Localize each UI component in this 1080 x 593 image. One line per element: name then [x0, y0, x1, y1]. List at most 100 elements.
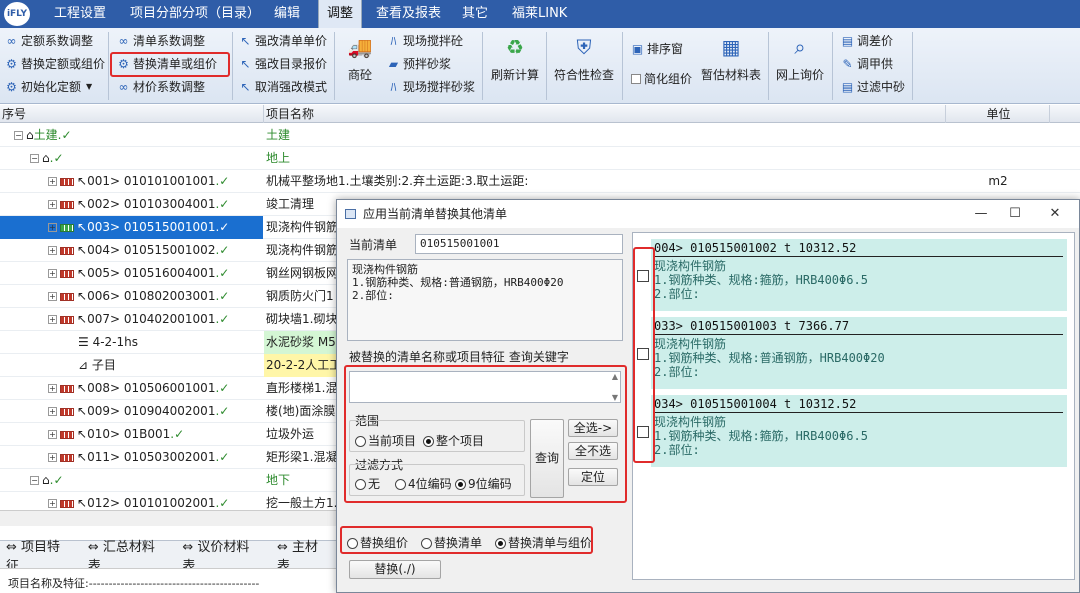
- expand-icon[interactable]: +: [48, 499, 57, 508]
- row-seq-cell[interactable]: + ↖004> 010515001002.✓: [0, 239, 263, 262]
- row-seq-cell[interactable]: + ↖008> 010506001001.✓: [0, 377, 263, 400]
- minimize-icon[interactable]: —: [967, 204, 995, 224]
- maximize-icon[interactable]: ☐: [1001, 204, 1029, 224]
- collapse-icon[interactable]: −: [30, 154, 39, 163]
- link-icon: ∞: [6, 34, 17, 48]
- expand-icon[interactable]: +: [48, 223, 57, 232]
- horizontal-scrollbar[interactable]: [0, 510, 340, 526]
- arrow-icon: ↖: [77, 243, 88, 257]
- material-coef-button[interactable]: ∞ 材价系数调整: [114, 76, 208, 98]
- list-coef-button[interactable]: ∞ 清单系数调整: [114, 30, 208, 52]
- row-seq-cell[interactable]: − ⌂.✓: [0, 469, 263, 492]
- grid-icon: ▦: [721, 35, 741, 59]
- provisional-material-button[interactable]: ▦ 暂估材料表: [698, 34, 764, 83]
- refresh-calc-button[interactable]: ♻ 刷新计算: [486, 34, 544, 83]
- sort-window-button[interactable]: ▣ 排序窗: [628, 38, 686, 60]
- premix-mortar-button[interactable]: ▰ 预拌砂浆: [384, 53, 454, 75]
- row-seq-cell[interactable]: + ↖010> 01B001.✓: [0, 423, 263, 446]
- row-seq-cell[interactable]: − ⌂.✓: [0, 147, 263, 170]
- filter-sand-button[interactable]: ▤ 过滤中砂: [838, 76, 908, 98]
- row-seq-cell[interactable]: + ↖009> 010904002001.✓: [0, 400, 263, 423]
- row-unit-cell[interactable]: [946, 124, 1050, 147]
- brick-icon: [60, 223, 74, 232]
- check-icon: .✓: [215, 450, 230, 464]
- expand-icon[interactable]: +: [48, 246, 57, 255]
- header-name[interactable]: 项目名称: [264, 105, 946, 123]
- init-quota-button[interactable]: ⚙ 初始化定额 ▼: [2, 76, 95, 98]
- compliance-check-button[interactable]: ⛨ 符合性检查: [550, 34, 618, 83]
- online-price-button[interactable]: ⌕ 网上询价: [772, 34, 828, 83]
- row-name-cell[interactable]: 地上: [264, 147, 946, 170]
- row-unit-cell[interactable]: [946, 147, 1050, 170]
- header-seq[interactable]: 序号: [0, 105, 264, 123]
- expand-icon[interactable]: +: [48, 200, 57, 209]
- table-row[interactable]: + ↖001> 010101001001.✓ 机械平整场地1.土壤类别:2.弃土运距…: [0, 170, 1080, 193]
- collapse-icon[interactable]: −: [14, 131, 23, 140]
- row-seq-cell[interactable]: ⊿ 子目: [0, 354, 263, 377]
- row-seq-cell[interactable]: + ↖003> 010515001001.✓: [0, 216, 263, 239]
- site-mortar-button[interactable]: ﾊ现场搅拌砂浆: [384, 76, 478, 98]
- force-list-price-button[interactable]: ↖ 强改清单单价: [236, 30, 330, 52]
- result-item-3[interactable]: 034> 010515001004 t 10312.52 现浇构件钢筋 1.钢筋…: [651, 395, 1067, 467]
- expand-icon[interactable]: +: [48, 384, 57, 393]
- expand-icon[interactable]: +: [48, 453, 57, 462]
- ribbon-separator: [768, 32, 769, 100]
- quota-coef-button[interactable]: ∞ 定额系数调整: [2, 30, 96, 52]
- row-seq-cell[interactable]: ☰ 4-2-1hs: [0, 331, 263, 354]
- expand-icon[interactable]: +: [48, 430, 57, 439]
- row-seq-text: 4-2-1hs: [92, 335, 138, 349]
- row-seq-cell[interactable]: + ↖012> 010101002001.✓: [0, 492, 263, 510]
- menu-tab-items[interactable]: 项目分部分项（目录）: [122, 0, 268, 28]
- table-row[interactable]: − ⌂土建.✓ 土建: [0, 124, 1080, 147]
- replace-quota-button[interactable]: ⚙ 替换定额或组价: [2, 53, 108, 75]
- result-item-1[interactable]: 004> 010515001002 t 10312.52 现浇构件钢筋 1.钢筋…: [651, 239, 1067, 311]
- row-seq-cell[interactable]: + ↖007> 010402001001.✓: [0, 308, 263, 331]
- replace-button[interactable]: 替换(./): [349, 560, 441, 579]
- result-item-2[interactable]: 033> 010515001003 t 7366.77 现浇构件钢筋 1.钢筋种…: [651, 317, 1067, 389]
- row-seq-cell[interactable]: + ↖002> 010103004001.✓: [0, 193, 263, 216]
- site-concrete-button[interactable]: ﾊ现场搅拌砼: [384, 30, 466, 52]
- row-seq-text: 011> 010503002001: [87, 450, 216, 464]
- row-seq-cell[interactable]: − ⌂土建.✓: [0, 124, 263, 147]
- check-icon: .✓: [215, 174, 230, 188]
- row-unit-cell[interactable]: m2: [946, 170, 1050, 193]
- row-name-cell[interactable]: 机械平整场地1.土壤类别:2.弃土运距:3.取土运距:: [264, 170, 946, 193]
- row-seq-cell[interactable]: + ↖006> 010802003001.✓: [0, 285, 263, 308]
- menu-tab-other[interactable]: 其它: [454, 0, 496, 28]
- highlight-box-checkboxes: [633, 247, 655, 463]
- app-logo-icon[interactable]: iFLY: [4, 2, 30, 26]
- menu-tab-reports[interactable]: 查看及报表: [368, 0, 449, 28]
- menu-tab-edit[interactable]: 编辑: [266, 0, 308, 28]
- expand-icon[interactable]: +: [48, 407, 57, 416]
- expand-icon[interactable]: +: [48, 292, 57, 301]
- ribbon-separator: [334, 32, 335, 100]
- menu-tab-link[interactable]: 福莱LINK: [504, 0, 575, 28]
- commercial-concrete-button[interactable]: 🚚 商砼: [340, 34, 380, 83]
- expand-icon[interactable]: +: [48, 315, 57, 324]
- truck-icon: 🚚: [347, 35, 373, 59]
- row-name-cell[interactable]: 土建: [264, 124, 946, 147]
- force-catalog-price-button[interactable]: ↖ 强改目录报价: [236, 53, 330, 75]
- expand-icon[interactable]: +: [48, 177, 57, 186]
- menu-tab-project-settings[interactable]: 工程设置: [46, 0, 114, 28]
- row-seq-cell[interactable]: + ↖001> 010101001001.✓: [0, 170, 263, 193]
- cancel-force-mode-button[interactable]: ↖ 取消强改模式: [236, 76, 330, 98]
- highlight-box-replace-list: [110, 52, 230, 77]
- subitem-icon: ⊿: [78, 358, 92, 372]
- adjust-owner-supply-button[interactable]: ✎ 调甲供: [838, 53, 896, 75]
- row-seq-cell[interactable]: + ↖011> 010503002001.✓: [0, 446, 263, 469]
- table-row[interactable]: − ⌂.✓ 地上: [0, 147, 1080, 170]
- menu-tab-adjust[interactable]: 调整: [318, 0, 363, 28]
- gear-icon: ⚙: [6, 57, 17, 71]
- arrow-icon: ↖: [77, 404, 88, 418]
- expand-icon[interactable]: +: [48, 269, 57, 278]
- row-seq-text: 009> 010904002001: [87, 404, 216, 418]
- close-icon[interactable]: ✕: [1041, 204, 1069, 224]
- adjust-diff-button[interactable]: ▤ 调差价: [838, 30, 896, 52]
- brick-icon: [60, 269, 74, 278]
- row-seq-text: 003> 010515001001: [87, 220, 216, 234]
- row-seq-cell[interactable]: + ↖005> 010516004001.✓: [0, 262, 263, 285]
- simple-pricing-checkbox[interactable]: 简化组价: [628, 68, 695, 90]
- header-unit[interactable]: 单位: [946, 105, 1050, 123]
- collapse-icon[interactable]: −: [30, 476, 39, 485]
